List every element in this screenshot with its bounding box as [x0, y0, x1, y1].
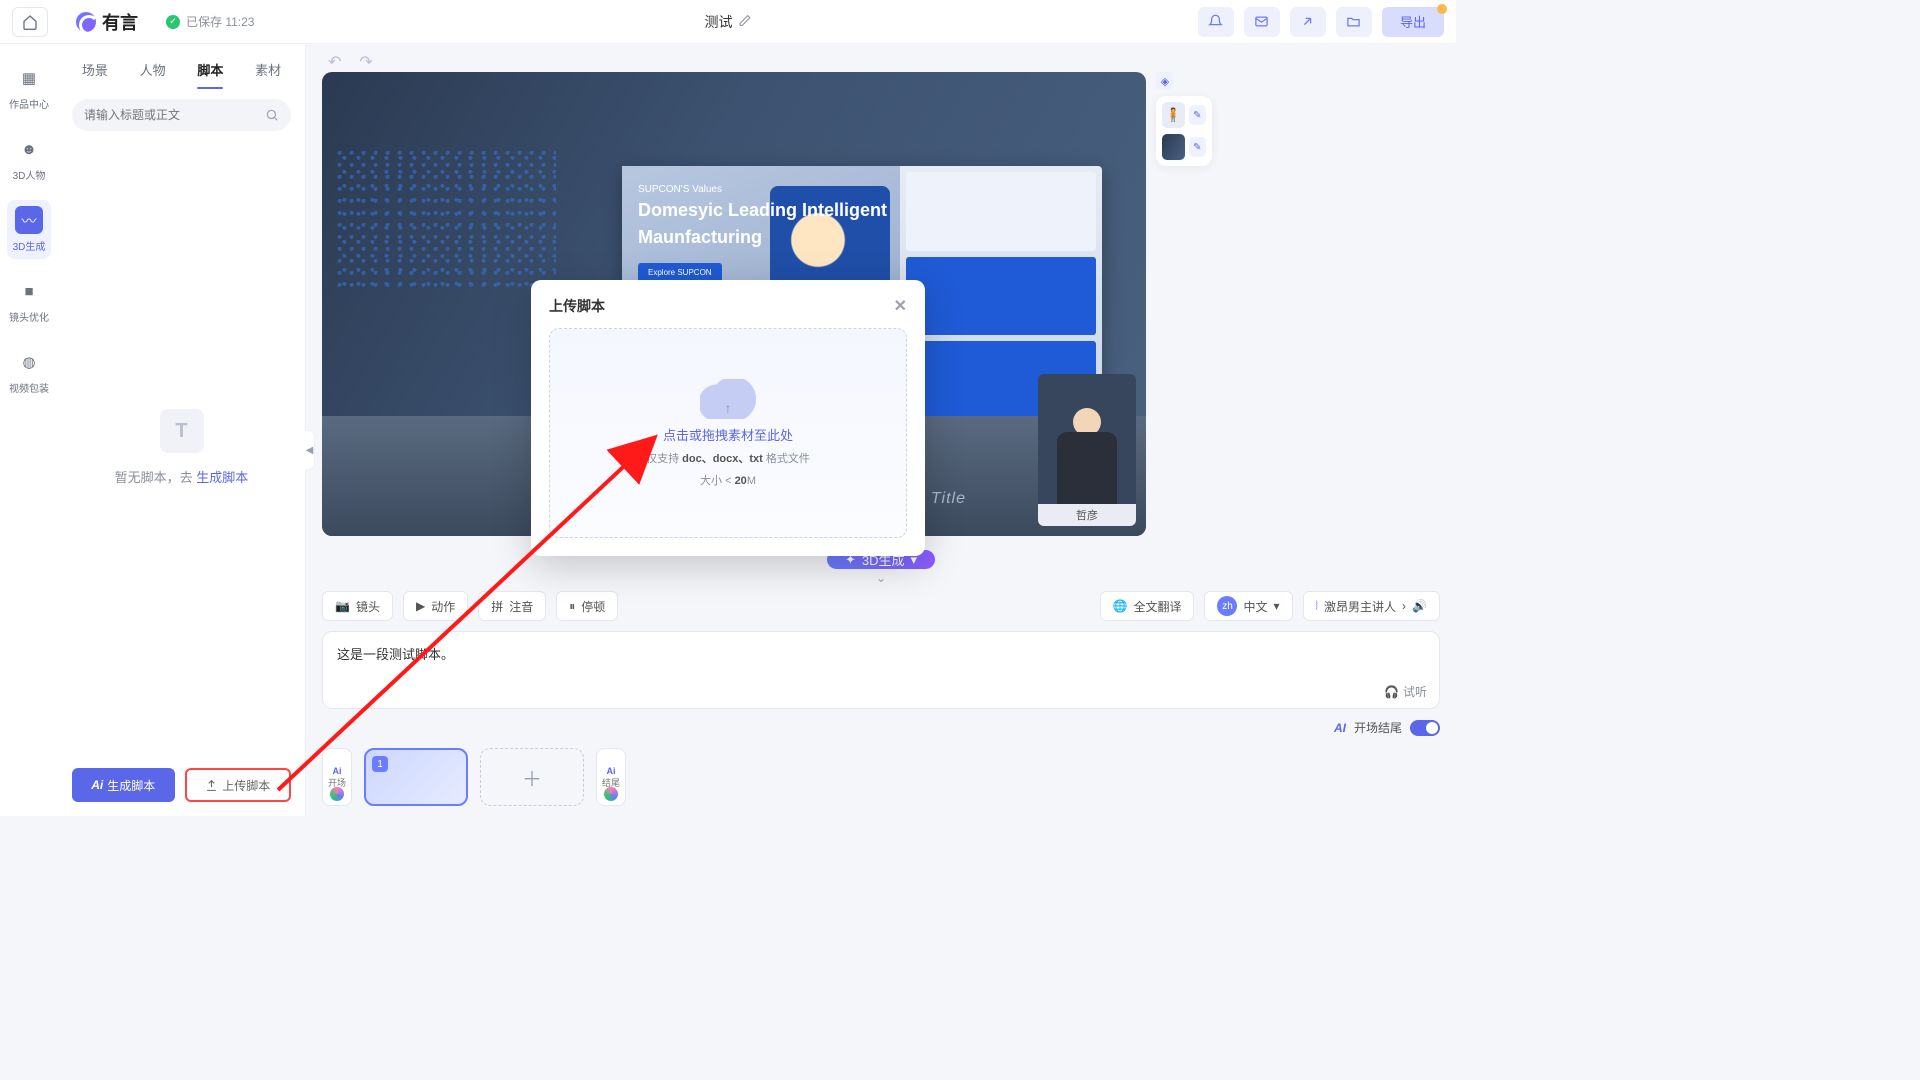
cloud-upload-icon — [700, 379, 756, 419]
dropzone-size: 大小 < 20M — [700, 472, 756, 488]
modal-close-button[interactable]: ✕ — [894, 296, 907, 316]
dropzone-main-text: 点击或拖拽素材至此处 — [663, 425, 793, 444]
modal-header: 上传脚本 ✕ — [549, 296, 907, 316]
upload-script-modal: 上传脚本 ✕ 点击或拖拽素材至此处 仅支持 doc、docx、txt 格式文件 … — [531, 280, 925, 556]
upload-dropzone[interactable]: 点击或拖拽素材至此处 仅支持 doc、docx、txt 格式文件 大小 < 20… — [549, 328, 907, 538]
dropzone-formats: 仅支持 doc、docx、txt 格式文件 — [646, 450, 810, 466]
modal-title: 上传脚本 — [549, 296, 605, 316]
